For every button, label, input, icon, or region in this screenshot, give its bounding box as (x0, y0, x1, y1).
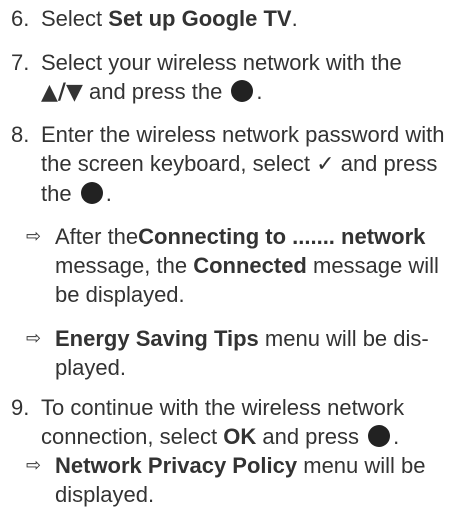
ok-button-icon (80, 182, 103, 204)
step-8: 8. Enter the wireless network password w… (11, 120, 463, 208)
result-note-3: ⇨ Network Privacy Policy menu will be di… (26, 453, 426, 507)
step-9: 9. To continue with the wireless network… (11, 393, 463, 451)
step-text: Enter the wireless network password with… (41, 122, 445, 206)
ok-button-icon (231, 80, 254, 102)
step-number: 9. (11, 395, 30, 420)
arrow-right-icon: ⇨ (26, 328, 42, 349)
manual-page: 6. Select Set up Google TV. 7. Select yo… (0, 0, 471, 508)
menu-name: Set up Google TV (108, 6, 292, 31)
step-text: To continue with the wireless network co… (41, 395, 405, 449)
checkmark-icon: ✓ (316, 152, 335, 177)
result-note-2: ⇨ Energy Saving Tips menu will be dis-pl… (26, 326, 429, 380)
step-number: 6. (11, 6, 30, 31)
arrow-right-icon: ⇨ (26, 455, 42, 476)
step-text: Select your wireless network with the ▲/… (41, 50, 402, 105)
step-number: 7. (11, 50, 30, 75)
arrow-right-icon: ⇨ (26, 226, 42, 247)
step-text: Select Set up Google TV. (41, 6, 298, 31)
step-6: 6. Select Set up Google TV. (11, 4, 463, 33)
result-note-1: ⇨ After theConnecting to ....... network… (26, 224, 439, 307)
ok-button-icon (368, 425, 391, 447)
step-number: 8. (11, 122, 30, 147)
step-7: 7. Select your wireless network with the… (11, 48, 463, 107)
up-down-arrows-icon: ▲/▼ (41, 80, 83, 105)
